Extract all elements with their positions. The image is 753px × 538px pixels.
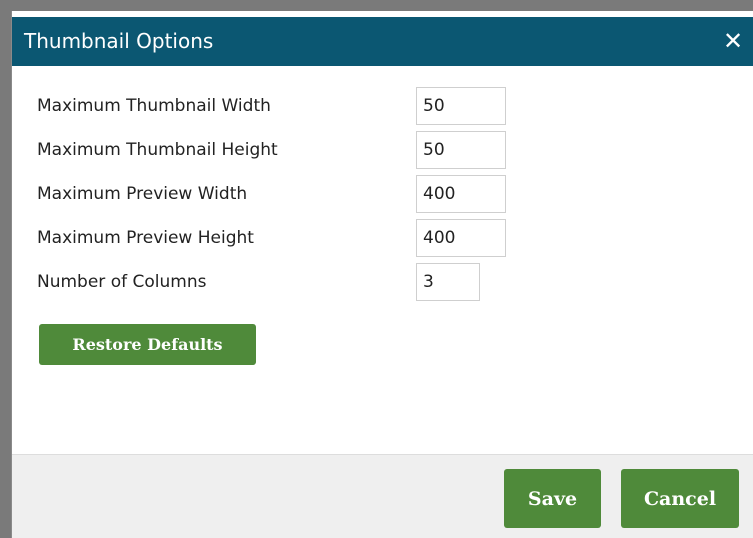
thumbnail-width-input[interactable] — [416, 87, 506, 125]
thumbnail-width-label: Maximum Thumbnail Width — [37, 96, 271, 116]
save-button[interactable]: Save — [504, 469, 601, 528]
field-row-preview-height: Maximum Preview Height — [12, 218, 753, 258]
dialog-title: Thumbnail Options — [24, 29, 214, 53]
preview-height-label: Maximum Preview Height — [37, 228, 254, 248]
cancel-button[interactable]: Cancel — [621, 469, 739, 528]
thumbnail-height-label: Maximum Thumbnail Height — [37, 140, 278, 160]
restore-defaults-button[interactable]: Restore Defaults — [39, 324, 256, 365]
field-row-preview-width: Maximum Preview Width — [12, 174, 753, 214]
dialog-footer: Save Cancel — [12, 454, 753, 538]
dialog-titlebar: Thumbnail Options ✕ — [12, 17, 753, 66]
field-row-thumbnail-height: Maximum Thumbnail Height — [12, 130, 753, 170]
thumbnail-height-input[interactable] — [416, 131, 506, 169]
close-icon[interactable]: ✕ — [718, 17, 748, 66]
number-of-columns-input[interactable] — [416, 263, 480, 301]
preview-width-label: Maximum Preview Width — [37, 184, 248, 204]
preview-height-input[interactable] — [416, 219, 506, 257]
field-row-number-of-columns: Number of Columns — [12, 262, 753, 302]
dialog-body: Maximum Thumbnail Width Maximum Thumbnai… — [12, 66, 753, 454]
preview-width-input[interactable] — [416, 175, 506, 213]
number-of-columns-label: Number of Columns — [37, 272, 207, 292]
thumbnail-options-dialog: Thumbnail Options ✕ Maximum Thumbnail Wi… — [11, 11, 753, 538]
field-row-thumbnail-width: Maximum Thumbnail Width — [12, 86, 753, 126]
